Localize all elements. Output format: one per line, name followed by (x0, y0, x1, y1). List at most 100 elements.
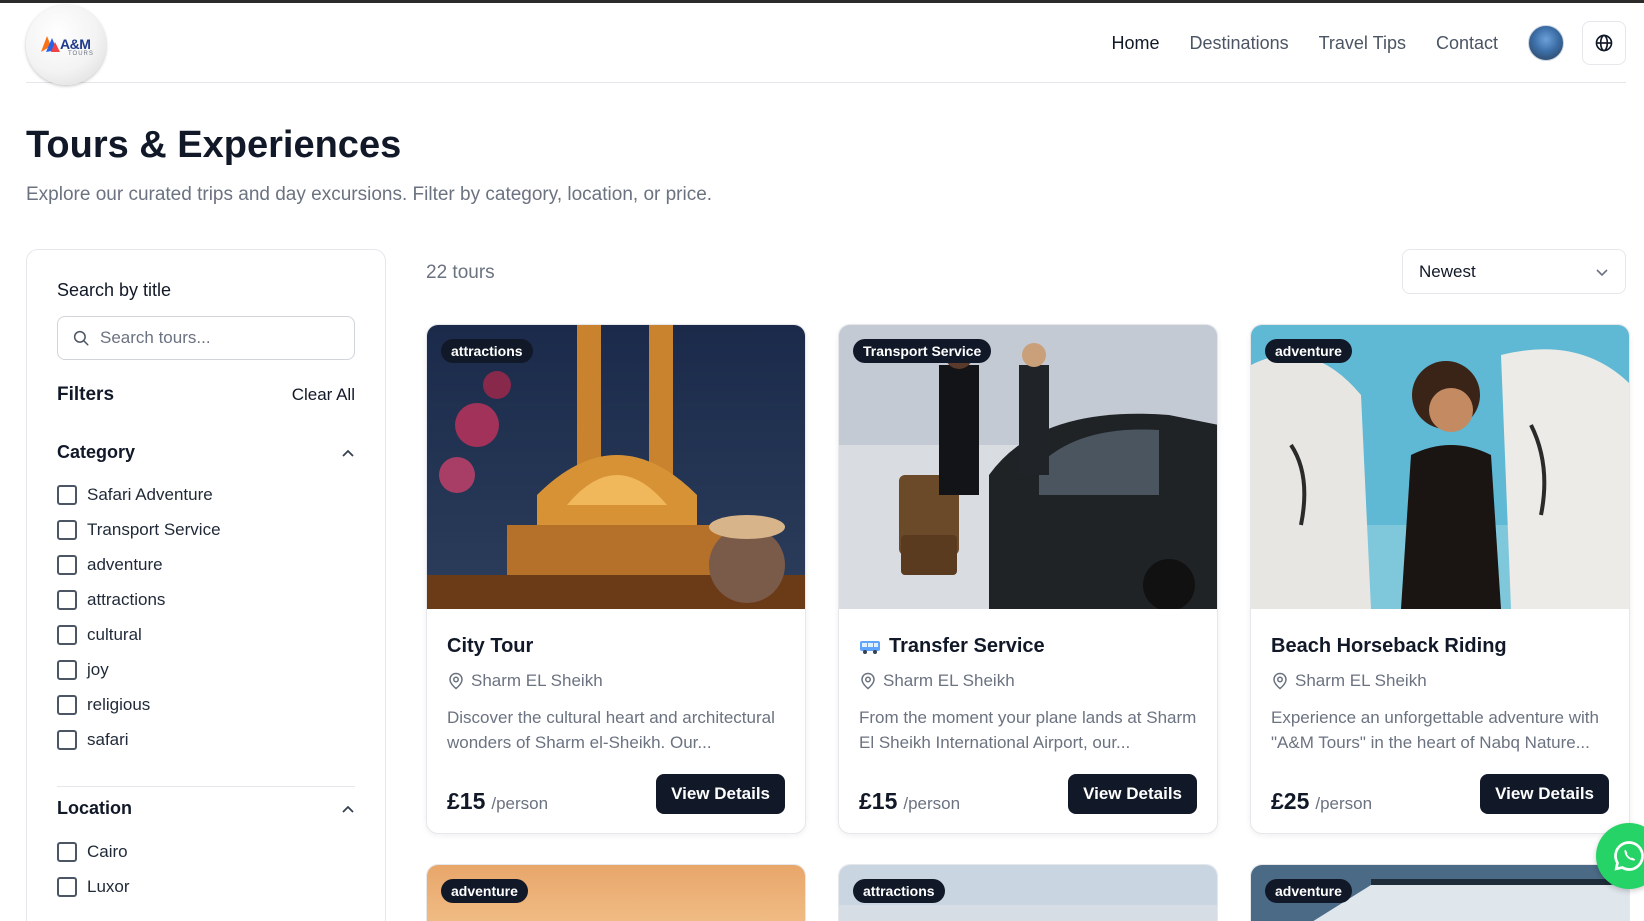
tour-price: £15 /person (447, 788, 548, 815)
mosque-photo (427, 325, 805, 609)
location-title: Location (57, 798, 132, 818)
tour-price: £25 /person (1271, 788, 1372, 815)
results-count: 22 tours (426, 262, 495, 283)
location-list: Cairo Luxor (57, 834, 130, 904)
view-details-button[interactable]: View Details (1068, 774, 1197, 814)
location-option[interactable]: Cairo (57, 834, 130, 869)
tour-location: Sharm EL Sheikh (1271, 671, 1427, 691)
nav-home[interactable]: Home (1112, 33, 1160, 54)
tour-description: Experience an unforgettable adventure wi… (1271, 708, 1599, 752)
chevron-down-icon (1596, 268, 1608, 276)
price-value: £15 (447, 788, 486, 814)
tour-location: Sharm EL Sheikh (447, 671, 603, 691)
search-label: Search by title (57, 280, 172, 300)
chevron-up-icon (342, 805, 354, 813)
site-header: A&M TOURS Home Destinations Travel Tips … (26, 3, 1626, 85)
category-badge: adventure (1265, 339, 1352, 363)
checkbox[interactable] (57, 589, 77, 610)
tour-location-text: Sharm EL Sheikh (1295, 671, 1427, 690)
checkbox[interactable] (57, 694, 77, 715)
nav-contact[interactable]: Contact (1436, 33, 1498, 54)
globe-icon (1595, 34, 1613, 52)
tour-image[interactable] (1251, 325, 1629, 609)
category-option[interactable]: cultural (57, 617, 221, 652)
user-avatar[interactable] (1528, 25, 1564, 61)
checkbox[interactable] (57, 484, 77, 505)
category-option[interactable]: adventure (57, 547, 221, 582)
category-option[interactable]: attractions (57, 582, 221, 617)
sort-select[interactable]: Newest (1402, 249, 1626, 294)
category-option[interactable]: joy (57, 652, 221, 687)
category-badge: Transport Service (853, 339, 992, 363)
filters-title: Filters (57, 384, 115, 405)
chevron-up-icon (342, 449, 354, 457)
horse-photo (1251, 325, 1629, 609)
category-option[interactable]: religious (57, 687, 221, 722)
filter-sidebar: Search by title Filters Clear All Catego… (26, 249, 386, 921)
price-unit: /person (491, 794, 549, 813)
logo-mark-icon (41, 36, 60, 52)
price-value: £15 (859, 788, 898, 814)
tour-description: Discover the cultural heart and architec… (447, 708, 775, 752)
category-section-toggle[interactable]: Category (57, 442, 355, 463)
view-details-button[interactable]: View Details (1480, 774, 1609, 814)
search-field[interactable] (57, 316, 355, 360)
checkbox[interactable] (57, 876, 77, 897)
tour-title[interactable]: Transfer Service (859, 635, 1045, 658)
tour-title[interactable]: Beach Horseback Riding (1271, 635, 1507, 658)
location-section-toggle[interactable]: Location (57, 798, 355, 819)
tour-location: Sharm EL Sheikh (859, 671, 1015, 691)
language-button[interactable] (1582, 21, 1626, 65)
tour-price: £15 /person (859, 788, 960, 815)
logo-text: A&M (60, 36, 91, 52)
checkbox[interactable] (57, 624, 77, 645)
page-subtitle: Explore our curated trips and day excurs… (26, 184, 713, 205)
main-nav: Home Destinations Travel Tips Contact (1082, 3, 1626, 83)
tour-title[interactable]: City Tour (447, 635, 533, 658)
page-title: Tours & Experiences (26, 124, 402, 166)
price-value: £25 (1271, 788, 1310, 814)
tour-card[interactable]: adventure Beach Horseback Riding Sharm E… (1250, 324, 1630, 834)
nav-destinations[interactable]: Destinations (1190, 33, 1289, 54)
category-badge: adventure (1265, 879, 1352, 903)
search-icon (73, 330, 89, 346)
category-option[interactable]: Transport Service (57, 512, 221, 547)
tour-image[interactable] (427, 325, 805, 609)
tour-location-text: Sharm EL Sheikh (471, 671, 603, 690)
filters-header: Filters Clear All (57, 384, 355, 406)
category-badge: attractions (441, 339, 533, 363)
price-unit: /person (903, 794, 961, 813)
checkbox[interactable] (57, 841, 77, 862)
category-title: Category (57, 442, 136, 462)
tour-card-partial[interactable]: adventure (1250, 864, 1630, 921)
clear-all-button[interactable]: Clear All (292, 385, 355, 405)
checkbox[interactable] (57, 554, 77, 575)
nav-travel-tips[interactable]: Travel Tips (1319, 33, 1406, 54)
site-logo[interactable]: A&M TOURS (26, 5, 106, 85)
view-details-button[interactable]: View Details (656, 774, 785, 814)
category-option[interactable]: safari (57, 722, 221, 757)
tour-description: From the moment your plane lands at Shar… (859, 708, 1197, 752)
category-option[interactable]: Safari Adventure (57, 477, 221, 512)
tour-image[interactable] (839, 325, 1217, 609)
tour-card[interactable]: attractions City Tour Sharm EL Sheikh Di… (426, 324, 806, 834)
map-pin-icon (449, 672, 463, 690)
car-photo (839, 325, 1217, 609)
category-badge: attractions (853, 879, 945, 903)
category-list: Safari Adventure Transport Service adven… (57, 477, 221, 757)
checkbox[interactable] (57, 729, 77, 750)
checkbox[interactable] (57, 659, 77, 680)
search-input[interactable] (100, 328, 340, 348)
section-divider (57, 786, 355, 787)
location-option[interactable]: Luxor (57, 869, 130, 904)
category-badge: adventure (441, 879, 528, 903)
tour-card-partial[interactable]: attractions (838, 864, 1218, 921)
tour-card-partial[interactable]: adventure (426, 864, 806, 921)
logo-subtext: TOURS (68, 51, 94, 57)
tour-location-text: Sharm EL Sheikh (883, 671, 1015, 690)
tour-title-text: Transfer Service (889, 635, 1045, 657)
map-pin-icon (1273, 672, 1287, 690)
tour-card[interactable]: Transport Service Transfer Service Sharm… (838, 324, 1218, 834)
price-unit: /person (1315, 794, 1373, 813)
checkbox[interactable] (57, 519, 77, 540)
